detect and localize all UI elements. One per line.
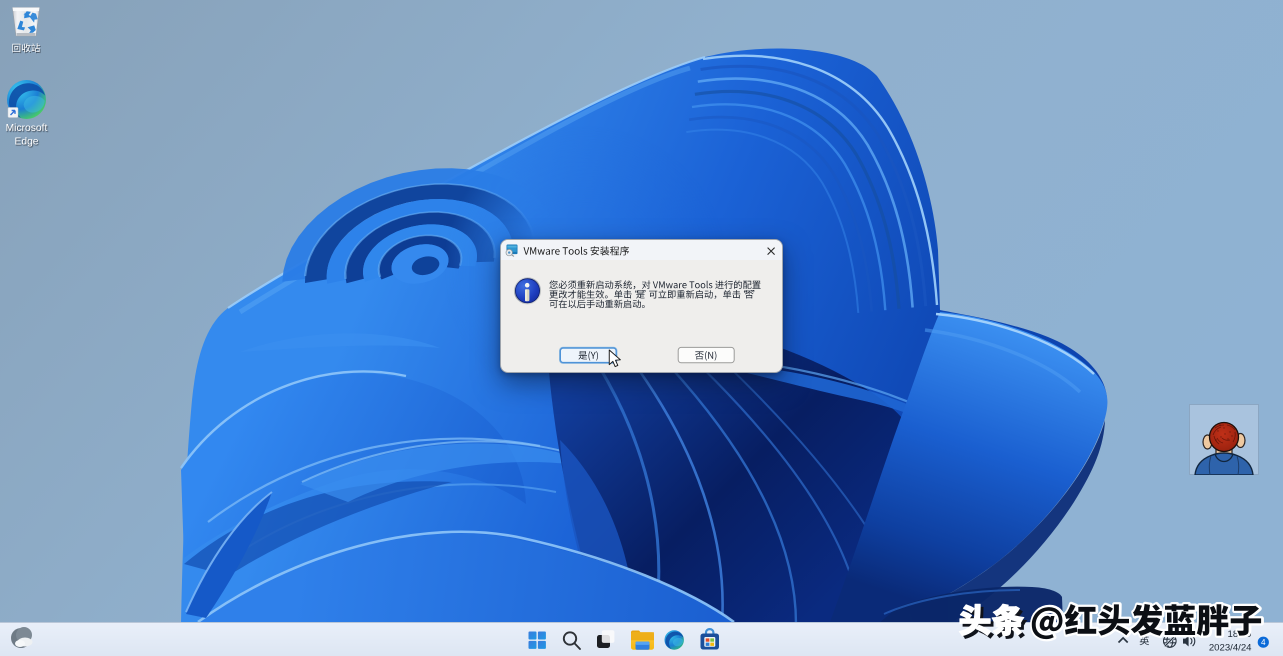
svg-text:Edge: Edge	[14, 137, 38, 148]
svg-text:Microsoft: Microsoft	[6, 123, 48, 134]
